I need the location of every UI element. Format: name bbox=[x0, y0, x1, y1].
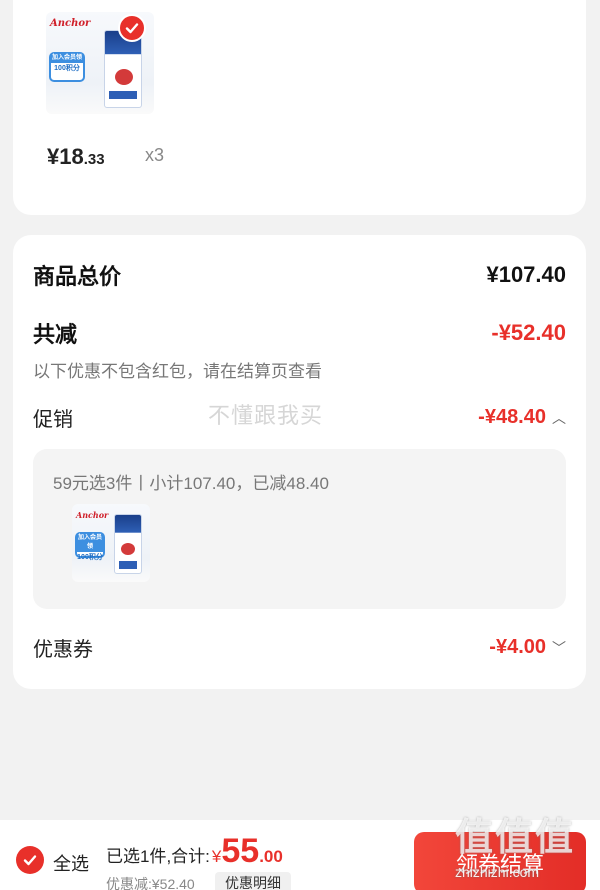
promotion-value: -¥48.40 bbox=[478, 406, 546, 428]
coupon-row[interactable]: 优惠券 -¥4.00 ﹀ bbox=[33, 633, 566, 662]
site-watermark-logo: 值值值 bbox=[455, 817, 576, 859]
item-quantity: x3 bbox=[145, 145, 165, 165]
total-price-label: 商品总价 bbox=[33, 264, 122, 289]
discount-detail-button[interactable]: 优惠明细 bbox=[215, 872, 291, 890]
total-price-row: 商品总价 ¥107.40 bbox=[33, 259, 566, 291]
discount-amount: 优惠减:¥52.40 bbox=[106, 876, 195, 890]
price-summary-card: 商品总价 ¥107.40 共减 -¥52.40 以下优惠不包含红包，请在结算页查… bbox=[13, 235, 586, 689]
select-all-label[interactable]: 全选 bbox=[53, 850, 89, 876]
brand-logo: Anchor bbox=[76, 510, 109, 520]
chevron-up-icon[interactable]: ︿ bbox=[552, 408, 566, 428]
total-reduce-value: -¥52.40 bbox=[491, 320, 566, 345]
total-reduce-label: 共减 bbox=[33, 322, 78, 347]
chevron-down-icon[interactable]: ﹀ bbox=[552, 638, 566, 658]
selected-total: 已选1件,合计: ¥ 55 .00 bbox=[106, 832, 283, 870]
total-reduce-row: 共减 -¥52.40 bbox=[33, 317, 566, 349]
milk-carton-graphic bbox=[104, 30, 142, 108]
total-price-value: ¥107.40 bbox=[486, 262, 566, 287]
milk-carton-graphic bbox=[114, 514, 142, 574]
select-all-check-icon[interactable] bbox=[16, 846, 44, 874]
promotion-label: 促销 bbox=[33, 409, 73, 431]
member-points-tag: 加入会员领 100积分 bbox=[75, 532, 105, 561]
member-points-tag: 加入会员领 100积分 bbox=[49, 52, 85, 82]
site-watermark-url: zhizhizhi.com bbox=[455, 864, 540, 880]
item-price: ¥18.33 bbox=[47, 144, 105, 169]
item-selected-check-icon[interactable] bbox=[118, 14, 146, 42]
promotion-detail-box: 59元选3件丨小计107.40，已减48.40 Anchor 加入会员领 100… bbox=[33, 449, 566, 609]
coupon-label: 优惠券 bbox=[33, 639, 93, 661]
promotion-detail-text: 59元选3件丨小计107.40，已减48.40 bbox=[53, 474, 329, 493]
brand-logo: Anchor bbox=[50, 18, 91, 29]
promotion-product-image[interactable]: Anchor 加入会员领 100积分 bbox=[72, 504, 150, 582]
product-card: Anchor 加入会员领 100积分 ¥18.33 x3 bbox=[13, 0, 586, 215]
red-packet-note: 以下优惠不包含红包，请在结算页查看 bbox=[33, 362, 322, 381]
coupon-value: -¥4.00 bbox=[489, 636, 546, 658]
overlay-watermark: 不懂跟我买 bbox=[208, 403, 324, 428]
